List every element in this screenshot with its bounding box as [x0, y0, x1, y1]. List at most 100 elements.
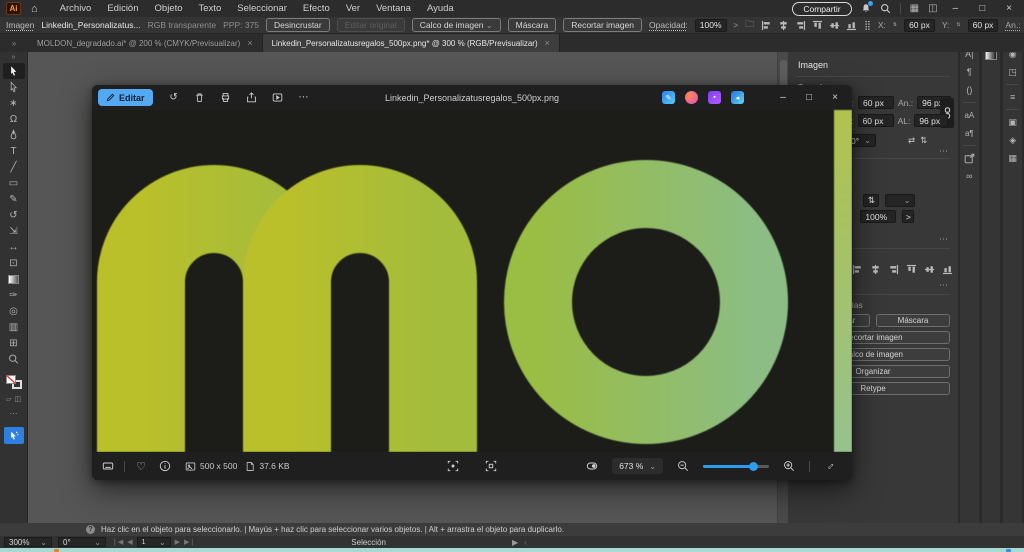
edit-toolbar-button[interactable] — [3, 427, 24, 444]
tab-linkedin-personalizatusregalos[interactable]: Linkedin_Personalizatusregalos_500px.png… — [262, 34, 560, 52]
opacity-expand-icon[interactable]: > — [902, 210, 915, 223]
opacity-expand-icon[interactable]: > — [734, 21, 739, 30]
dock-collapse-icon[interactable]: » — [0, 39, 28, 48]
transform-panel-icon[interactable]: ▣ — [1003, 113, 1022, 131]
rectangle-tool[interactable]: ▭ — [3, 175, 25, 191]
rotate-image-icon[interactable]: ↺ — [161, 89, 187, 106]
rotation-dropdown[interactable]: 0° ⌄ — [58, 537, 106, 547]
zoom-lock-toggle-icon[interactable] — [580, 457, 604, 475]
height-field[interactable]: 96 px — [914, 114, 949, 127]
free-transform-tool[interactable]: ⊡ — [3, 255, 25, 271]
opacity-label[interactable]: Opacidad: — [649, 20, 688, 30]
align-top-icon[interactable] — [812, 20, 823, 31]
x-stepper[interactable]: ⇅ — [893, 23, 897, 28]
selection-tool[interactable] — [2, 63, 25, 79]
toolbar-more-icon[interactable]: ⋯ — [10, 409, 18, 418]
image-view[interactable] — [92, 110, 852, 452]
draw-normal-icon[interactable]: ▱ — [6, 395, 11, 403]
menu-texto[interactable]: Texto — [191, 3, 230, 14]
draw-behind-icon[interactable]: ◫ — [14, 395, 21, 403]
clipchamp-app-icon[interactable]: ◂ — [731, 91, 744, 104]
zoom-dropdown[interactable]: 300% ⌄ — [4, 537, 52, 547]
lasso-tool[interactable]: Ω — [3, 111, 25, 127]
pencil-tool[interactable]: ✎ — [3, 191, 25, 207]
stroke-width-dropdown[interactable]: ⌄ — [885, 194, 916, 207]
print-icon[interactable] — [213, 89, 239, 106]
first-artboard-icon[interactable]: ❘◀ — [112, 538, 123, 546]
workspace-columns-icon[interactable]: ▦ — [910, 3, 919, 14]
artboard-number-dropdown[interactable]: 1 ⌄ — [136, 537, 171, 547]
character-styles-panel-icon[interactable]: aA — [960, 106, 979, 124]
window-minimize-button[interactable]: – — [947, 3, 965, 14]
zoom-out-icon[interactable] — [671, 457, 695, 475]
align-center-icon[interactable] — [870, 264, 881, 275]
libraries-panel-icon[interactable]: ∞ — [960, 167, 979, 185]
edit-image-button[interactable]: Editar — [98, 89, 153, 106]
zoom-slider-handle[interactable] — [749, 461, 758, 471]
gradient-panel-icon[interactable] — [985, 51, 997, 60]
embed-button[interactable]: Desincrustar — [266, 18, 330, 32]
layers-panel-icon[interactable]: ◈ — [1003, 131, 1022, 149]
slideshow-icon[interactable] — [265, 89, 291, 106]
delete-icon[interactable] — [187, 89, 213, 106]
x-field[interactable]: 60 px — [858, 96, 895, 109]
align-left-icon[interactable] — [852, 264, 863, 275]
y-stepper[interactable]: ⇅ — [956, 23, 960, 28]
mask-button[interactable]: Máscara — [507, 18, 557, 32]
paragraph-styles-panel-icon[interactable]: a¶ — [960, 124, 979, 142]
paragraph-panel-icon[interactable]: ¶ — [960, 63, 979, 81]
crop-image-button[interactable]: Recortar imagen — [563, 18, 643, 32]
eyedropper-tool[interactable]: ✑ — [3, 287, 25, 303]
y-field[interactable]: 60 px — [967, 18, 999, 32]
photoshop-app-icon[interactable]: ▪ — [708, 91, 721, 104]
menu-efecto[interactable]: Efecto — [295, 3, 338, 14]
menu-ayuda[interactable]: Ayuda — [419, 3, 462, 14]
align-top-icon[interactable] — [906, 264, 917, 275]
align-right-icon[interactable] — [888, 264, 899, 275]
reference-point-icon[interactable]: ⣿ — [864, 20, 871, 31]
more-options-icon[interactable]: ⋯ — [291, 89, 317, 106]
menu-ver[interactable]: Ver — [338, 3, 368, 14]
fill-stroke-swatches[interactable] — [5, 375, 22, 389]
scale-tool[interactable]: ⇲ — [3, 223, 25, 239]
tab-close-icon[interactable]: × — [545, 38, 550, 48]
gradient-tool[interactable] — [3, 271, 25, 287]
menu-ventana[interactable]: Ventana — [368, 3, 419, 14]
magic-wand-tool[interactable]: ∗ — [3, 95, 25, 111]
align-bottom-icon[interactable] — [942, 264, 953, 275]
blend-tool[interactable]: ◎ — [3, 303, 25, 319]
menu-archivo[interactable]: Archivo — [52, 3, 100, 14]
search-icon[interactable] — [880, 3, 891, 14]
align-right-icon[interactable] — [795, 20, 806, 31]
next-artboard-icon[interactable]: ▶ — [175, 538, 180, 546]
window-close-button[interactable]: × — [1000, 3, 1018, 14]
fit-to-window-icon[interactable] — [441, 457, 465, 475]
fullscreen-icon[interactable]: ⇔ — [818, 457, 842, 475]
rotate-tool[interactable]: ↺ — [3, 207, 25, 223]
notifications-bell-icon[interactable] — [861, 1, 873, 14]
line-segment-tool[interactable]: ╱ — [3, 159, 25, 175]
favorite-heart-icon[interactable]: ♡ — [129, 457, 153, 475]
workspace-layout-icon[interactable]: ◫ — [928, 3, 937, 14]
x-field[interactable]: 60 px — [904, 18, 935, 32]
viewer-minimize-button[interactable]: – — [770, 88, 796, 107]
align-middle-icon[interactable] — [924, 264, 935, 275]
quick-mask-button[interactable]: Máscara — [876, 314, 950, 327]
actual-size-icon[interactable] — [479, 457, 503, 475]
zoom-slider[interactable] — [703, 461, 769, 471]
zoom-in-icon[interactable] — [777, 457, 801, 475]
last-artboard-icon[interactable]: ▶❘ — [184, 538, 195, 546]
type-tool[interactable]: T — [3, 143, 25, 159]
transform-more-icon[interactable]: ⋯ — [939, 146, 948, 157]
image-trace-button[interactable]: Calco de imagen ⌄ — [411, 18, 501, 32]
opacity-field[interactable]: 100% — [860, 210, 897, 223]
flip-horizontal-icon[interactable]: ⇄ — [908, 135, 915, 146]
align-left-icon[interactable] — [761, 20, 772, 31]
home-icon[interactable]: ⌂ — [31, 3, 38, 15]
export-panel-icon[interactable] — [960, 149, 979, 167]
filmstrip-toggle-icon[interactable] — [96, 457, 120, 475]
designer-app-icon[interactable] — [685, 91, 698, 104]
zoom-tool[interactable] — [3, 351, 25, 367]
zoom-percentage-dropdown[interactable]: 673 % ⌄ — [612, 458, 663, 474]
style-dropdown-icon[interactable]: 🗀 — [745, 17, 754, 33]
